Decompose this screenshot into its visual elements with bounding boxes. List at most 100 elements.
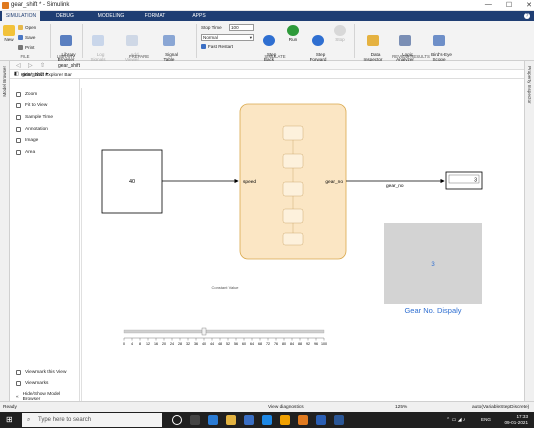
chevron-down-icon: ▾ [249,35,252,40]
viewmark-add-icon [16,370,21,375]
diagram-canvas[interactable]: 40 speed gear_no gear_no 3 3 Gear No. Di… [81,88,518,401]
tray-icons[interactable]: ⌃ ▭ ◢ ♪ [446,417,465,423]
palette-annotation[interactable]: Annotation [16,127,48,132]
stop-time-input[interactable]: 100 [229,24,254,31]
step-forward-icon [312,35,324,46]
property-inspector-tab[interactable]: Property Inspector [527,66,532,104]
zoom-icon [16,92,21,97]
slider-tick-label: 44 [210,342,214,346]
fast-restart-toggle[interactable]: Fast Restart [201,44,233,49]
tab-debug[interactable]: DEBUG [46,11,84,21]
slider-tick-label: 32 [186,342,190,346]
chevron-left-icon: « [16,394,19,400]
view-diagnostics-link[interactable]: View diagnostics [268,405,304,410]
save-button[interactable]: Save [18,35,35,40]
status-bar: Ready View diagnostics 125% auto(Variabl… [0,401,534,412]
print-button[interactable]: Print [18,45,34,50]
group-label-file: FILE [20,54,30,59]
viewmarks[interactable]: Viewmarks [16,381,48,386]
slider-tick-label: 100 [321,342,327,346]
file-explorer-icon[interactable] [226,415,236,425]
palette-area[interactable]: Area [16,150,35,155]
slider-tick-label: 36 [194,342,198,346]
slider-tick-label: 24 [170,342,174,346]
signal-table-icon [163,35,175,46]
windows-start-icon[interactable]: ⊞ [6,415,13,424]
maximize-button[interactable]: ☐ [506,1,512,9]
task-view-icon[interactable] [190,415,200,425]
chart-output-port-label: gear_no [325,179,343,185]
simulation-mode-select[interactable]: Normal ▾ [201,34,254,41]
cortana-icon[interactable] [172,415,182,425]
close-button[interactable]: ✕ [526,1,532,9]
printer-icon [18,45,23,50]
run-button[interactable]: Run [282,25,304,42]
back-icon[interactable]: ◁ [16,62,21,69]
log-signals-icon [92,35,104,46]
model-browser-tab[interactable]: Model Browser [2,66,7,97]
palette-image[interactable]: Image [16,138,38,143]
viewmark-this-view[interactable]: Viewmark this View [16,370,66,375]
new-button[interactable]: New [2,25,16,42]
slider-track[interactable] [123,329,325,334]
slider-tick-label: 40 [202,342,206,346]
store-icon[interactable] [244,415,254,425]
add-viewer-icon [126,35,138,46]
slider-tick-label: 68 [258,342,262,346]
status-ready: Ready [3,405,17,410]
tray-language[interactable]: ENG [481,417,491,422]
slider-tick-label: 48 [218,342,222,346]
save-icon [18,35,23,40]
navigation-toolbar: ◁ ▷ ⇧ gear_shift [10,61,524,70]
constant-block[interactable]: 40 [101,149,163,214]
model-browser-strip[interactable] [0,61,10,401]
outlook-icon[interactable] [316,415,326,425]
stateflow-chart-block[interactable]: speed gear_no [239,103,347,260]
slider-tick-label: 88 [298,342,302,346]
model-tab[interactable]: gear_shift [58,63,80,69]
up-level-icon[interactable]: ⇧ [40,62,45,69]
tab-format[interactable]: FORMAT [136,11,174,21]
data-inspector-icon [367,35,379,46]
new-model-icon [3,25,15,36]
palette-zoom[interactable]: Zoom [16,92,37,97]
help-icon[interactable]: ? [524,13,530,19]
gear-number-display[interactable]: 3 [384,223,482,304]
slider-tick-label: 0 [123,342,125,346]
forward-icon[interactable]: ▷ [28,62,33,69]
slider-tick-label: 84 [290,342,294,346]
image-icon [16,138,21,143]
slider-tick-label: 20 [162,342,166,346]
system-clock[interactable]: 17:33 09-01-2021 [505,414,529,426]
search-icon: ⌕ [27,417,31,423]
palette-sample-time[interactable]: Sample Time [16,115,53,120]
minimize-button[interactable]: — [485,1,492,9]
logic-analyzer-icon [399,35,411,46]
mail-icon[interactable] [262,415,272,425]
property-inspector-strip[interactable] [524,61,534,401]
slider-ticks: 0 4 8 12 16 20 24 28 32 36 40 44 48 52 56 60 64 68 72 76 80 8… [123,338,327,346]
palette-fit-to-view[interactable]: Fit to View [16,103,47,108]
word-icon[interactable] [334,415,344,425]
slider-control[interactable]: 0 4 8 12 16 20 24 28 32 36 40 44 48 52 56 60 64 68 72 76 80 8… [123,327,327,346]
taskbar-search-input[interactable]: ⌕ Type here to search [22,413,162,427]
tab-apps[interactable]: APPS [182,11,216,21]
display-block[interactable]: 3 [445,171,483,190]
solver-info[interactable]: auto(VariableStepDiscrete) [472,405,529,410]
hide-show-explorer-bar[interactable]: « Hide/Show Explorer Bar [14,73,72,78]
stop-button[interactable]: Stop [332,25,348,42]
open-button[interactable]: Open [18,25,36,30]
group-label-simulate: SIMULATE [264,54,286,59]
slider-tick-label: 60 [242,342,246,346]
tab-modeling[interactable]: MODELING [92,11,130,21]
matlab-icon[interactable] [298,415,308,425]
ribbon-toolstrip: New Open Save Print Library Browser Log … [0,21,534,62]
slider-tick-label: 16 [154,342,158,346]
folder-icon[interactable] [280,415,290,425]
edge-icon[interactable] [208,415,218,425]
stop-time-label: Stop Time [201,25,222,30]
tab-simulation[interactable]: SIMULATION [2,11,40,21]
library-grid-icon [60,35,72,46]
constant-caption: Constant Value [211,285,239,290]
slider-thumb[interactable] [201,327,207,336]
